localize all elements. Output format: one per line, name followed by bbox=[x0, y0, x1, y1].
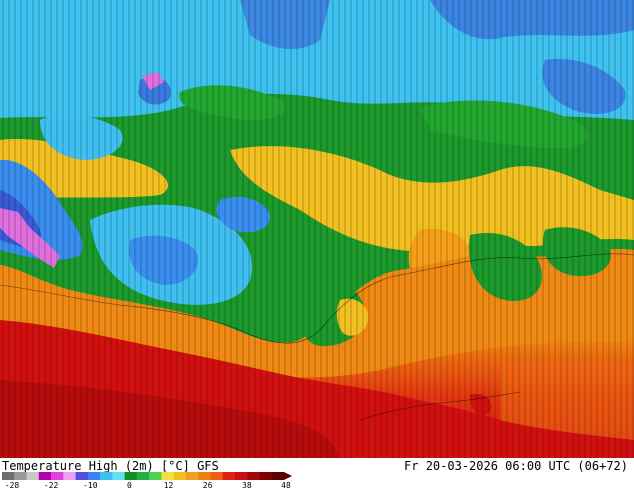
contour-label-hatching bbox=[0, 0, 634, 458]
colorbar-swatch bbox=[124, 472, 138, 480]
colorbar-swatch bbox=[112, 472, 125, 480]
colorbar-swatch bbox=[38, 472, 52, 480]
colorbar-label: 48 bbox=[281, 481, 291, 490]
colorbar-swatch bbox=[100, 472, 113, 480]
colorbar-swatch bbox=[51, 472, 64, 480]
colorbar-swatch bbox=[210, 472, 223, 480]
colorbar-swatch bbox=[136, 472, 150, 480]
colorbar-swatch bbox=[247, 472, 260, 480]
colorbar-swatch bbox=[26, 472, 40, 480]
colorbar-swatch bbox=[161, 472, 174, 480]
temperature-map bbox=[0, 0, 634, 458]
colorbar-swatch bbox=[149, 472, 162, 480]
colorbar-label: 0 bbox=[127, 481, 132, 490]
valid-time: Fr 20-03-2026 06:00 UTC (06+72) bbox=[404, 459, 628, 473]
colorbar-label: -10 bbox=[83, 481, 98, 490]
colorbar-swatch bbox=[14, 472, 27, 480]
colorbar-swatch bbox=[271, 472, 285, 480]
colorbar-label: -22 bbox=[43, 481, 59, 490]
colorbar-swatch bbox=[173, 472, 187, 480]
colorbar-swatch bbox=[234, 472, 248, 480]
colorbar-swatch bbox=[2, 472, 15, 480]
colorbar-swatch bbox=[259, 472, 273, 480]
colorbar-swatch bbox=[222, 472, 236, 480]
colorbar-swatch bbox=[75, 472, 89, 480]
colorbar-swatch bbox=[63, 472, 76, 480]
map-title: Temperature High (2m) [°C] GFS bbox=[2, 459, 219, 473]
colorbar-swatch bbox=[185, 472, 199, 480]
colorbar-label: 26 bbox=[202, 481, 213, 490]
colorbar-label: 38 bbox=[242, 481, 252, 490]
colorbar-swatch bbox=[198, 472, 211, 480]
colorbar-arrow bbox=[284, 472, 292, 480]
colorbar-label: -28 bbox=[4, 481, 20, 490]
colorbar-label: 12 bbox=[163, 481, 174, 490]
colorbar bbox=[2, 472, 292, 480]
colorbar-swatch bbox=[87, 472, 101, 480]
